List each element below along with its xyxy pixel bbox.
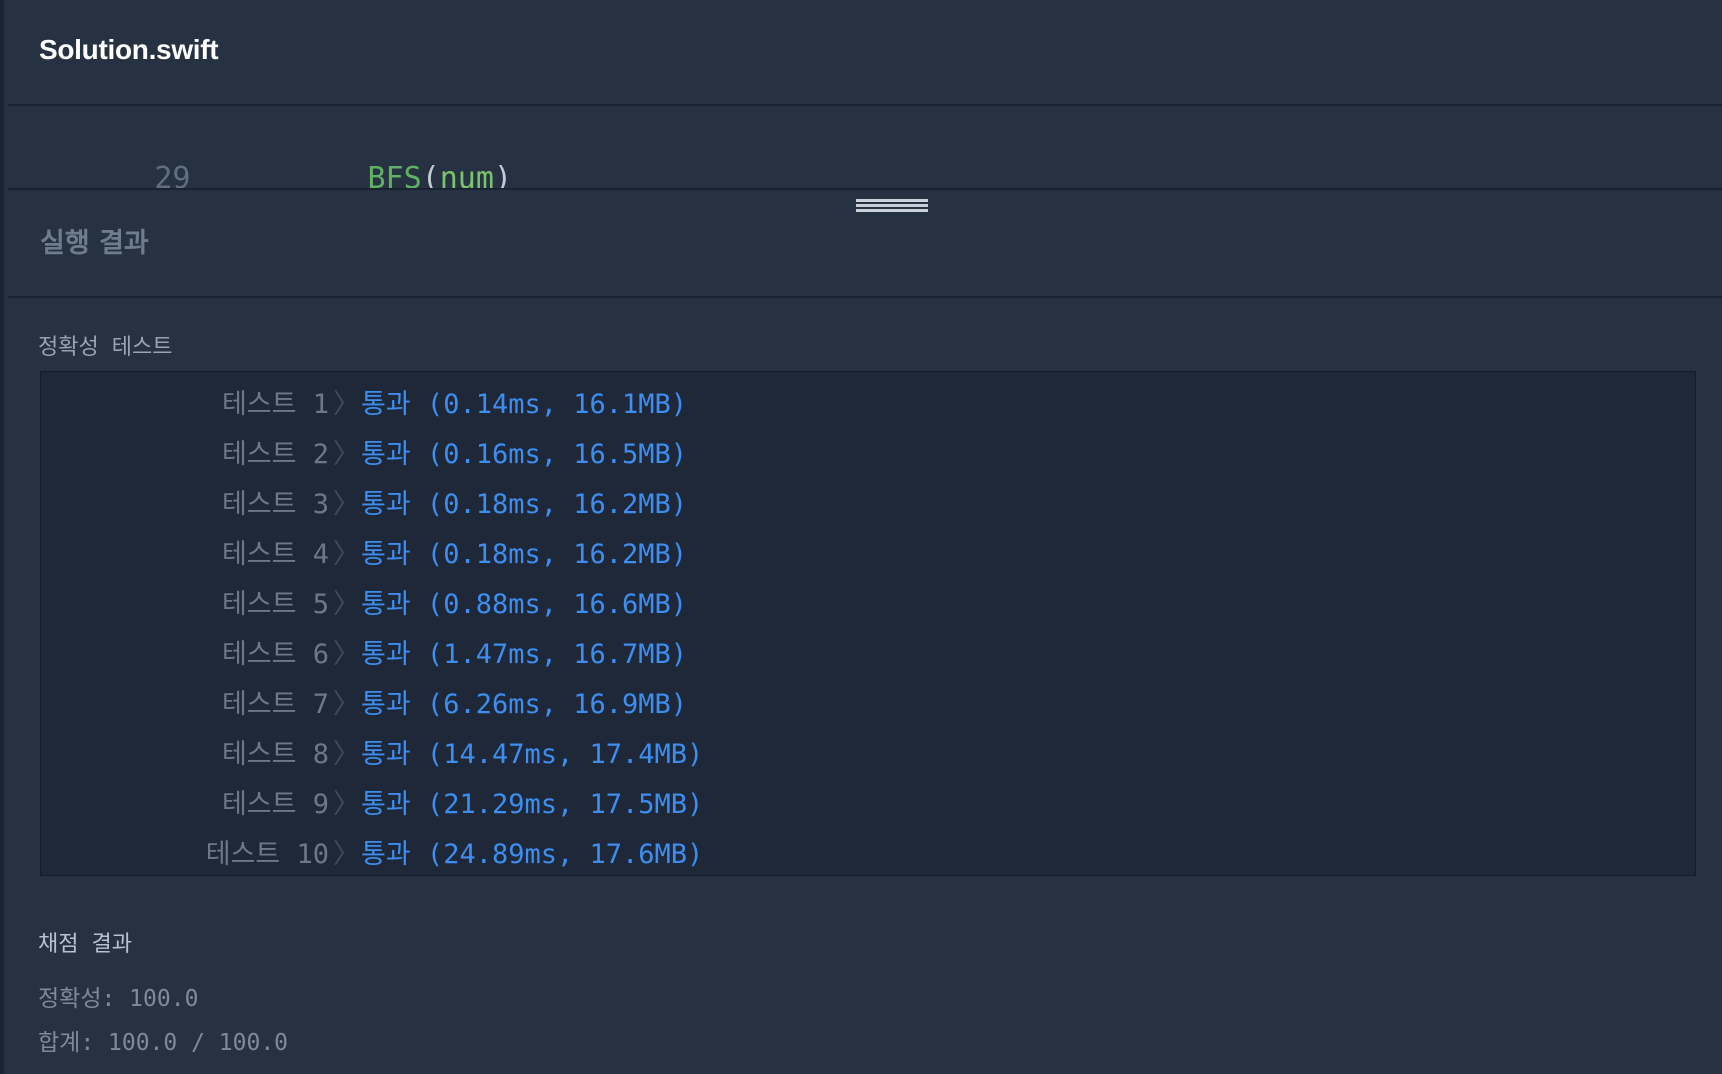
test-row: 테스트 2 〉 통과 (0.16ms, 16.5MB): [41, 422, 1695, 472]
chevron-right-icon: 〉: [333, 439, 360, 470]
chevron-right-icon: 〉: [333, 689, 360, 720]
test-row: 테스트 8 〉 통과 (14.47ms, 17.4MB): [41, 722, 1695, 772]
test-result: 통과 (6.26ms, 16.9MB): [361, 689, 688, 720]
test-result: 통과 (21.29ms, 17.5MB): [361, 789, 704, 820]
test-label: 테스트 5: [221, 589, 329, 620]
test-row: 테스트 6 〉 통과 (1.47ms, 16.7MB): [41, 622, 1695, 672]
panel-resize-handle[interactable]: [856, 199, 928, 217]
code-paren-open: (: [421, 161, 440, 190]
test-label: 테스트 4: [221, 539, 329, 570]
grip-line: [856, 204, 928, 207]
test-result: 통과 (24.89ms, 17.6MB): [361, 839, 704, 870]
file-title: Solution.swift: [39, 34, 219, 65]
total-score: 합계: 100.0 / 100.0: [38, 1030, 289, 1056]
chevron-right-icon: 〉: [333, 489, 360, 520]
test-row: 테스트 4 〉 통과 (0.18ms, 16.2MB): [41, 522, 1695, 572]
test-result: 통과 (0.16ms, 16.5MB): [361, 439, 688, 470]
test-label: 테스트 9: [221, 789, 329, 820]
grip-line: [856, 209, 928, 212]
code-function-name: BFS: [367, 161, 422, 190]
chevron-right-icon: 〉: [333, 389, 360, 420]
test-label: 테스트 6: [221, 639, 329, 670]
test-label: 테스트 7: [221, 689, 329, 720]
test-results-list: 테스트 1 〉 통과 (0.14ms, 16.1MB) 테스트 2 〉 통과 (…: [40, 371, 1696, 876]
run-result-title: 실행 결과: [40, 228, 149, 259]
test-result: 통과 (0.14ms, 16.1MB): [361, 389, 688, 420]
code-line: 30}: [46, 168, 316, 188]
test-label: 테스트 8: [221, 739, 329, 770]
test-result: 통과 (1.47ms, 16.7MB): [361, 639, 688, 670]
test-label: 테스트 2: [221, 439, 329, 470]
test-result: 통과 (0.88ms, 16.6MB): [361, 589, 688, 620]
test-row: 테스트 5 〉 통과 (0.88ms, 16.6MB): [41, 572, 1695, 622]
correctness-test-title: 정확성 테스트: [38, 335, 173, 360]
file-header: Solution.swift: [8, 0, 1722, 106]
editor-window: Solution.swift 29BFS(num) 30} 실행 결과 정확성 …: [0, 0, 1722, 1074]
code-editor[interactable]: 29BFS(num) 30}: [8, 106, 1722, 190]
grading-result-title: 채점 결과: [38, 932, 132, 957]
chevron-right-icon: 〉: [333, 639, 360, 670]
test-result: 통과 (14.47ms, 17.4MB): [361, 739, 704, 770]
test-row: 테스트 7 〉 통과 (6.26ms, 16.9MB): [41, 672, 1695, 722]
test-label: 테스트 1: [221, 389, 329, 420]
accuracy-score: 정확성: 100.0: [38, 986, 199, 1012]
code-argument: num: [439, 161, 494, 190]
code-paren-close: ): [493, 161, 512, 190]
test-row: 테스트 1 〉 통과 (0.14ms, 16.1MB): [41, 372, 1695, 422]
test-row: 테스트 3 〉 통과 (0.18ms, 16.2MB): [41, 472, 1695, 522]
grip-line: [856, 199, 928, 202]
test-result: 통과 (0.18ms, 16.2MB): [361, 539, 688, 570]
test-label: 테스트 10: [205, 839, 329, 870]
chevron-right-icon: 〉: [333, 739, 360, 770]
test-row: 테스트 10 〉 통과 (24.89ms, 17.6MB): [41, 822, 1695, 872]
chevron-right-icon: 〉: [333, 839, 360, 870]
test-row: 테스트 9 〉 통과 (21.29ms, 17.5MB): [41, 772, 1695, 822]
test-label: 테스트 3: [221, 489, 329, 520]
chevron-right-icon: 〉: [333, 589, 360, 620]
chevron-right-icon: 〉: [333, 539, 360, 570]
test-result: 통과 (0.18ms, 16.2MB): [361, 489, 688, 520]
chevron-right-icon: 〉: [333, 789, 360, 820]
